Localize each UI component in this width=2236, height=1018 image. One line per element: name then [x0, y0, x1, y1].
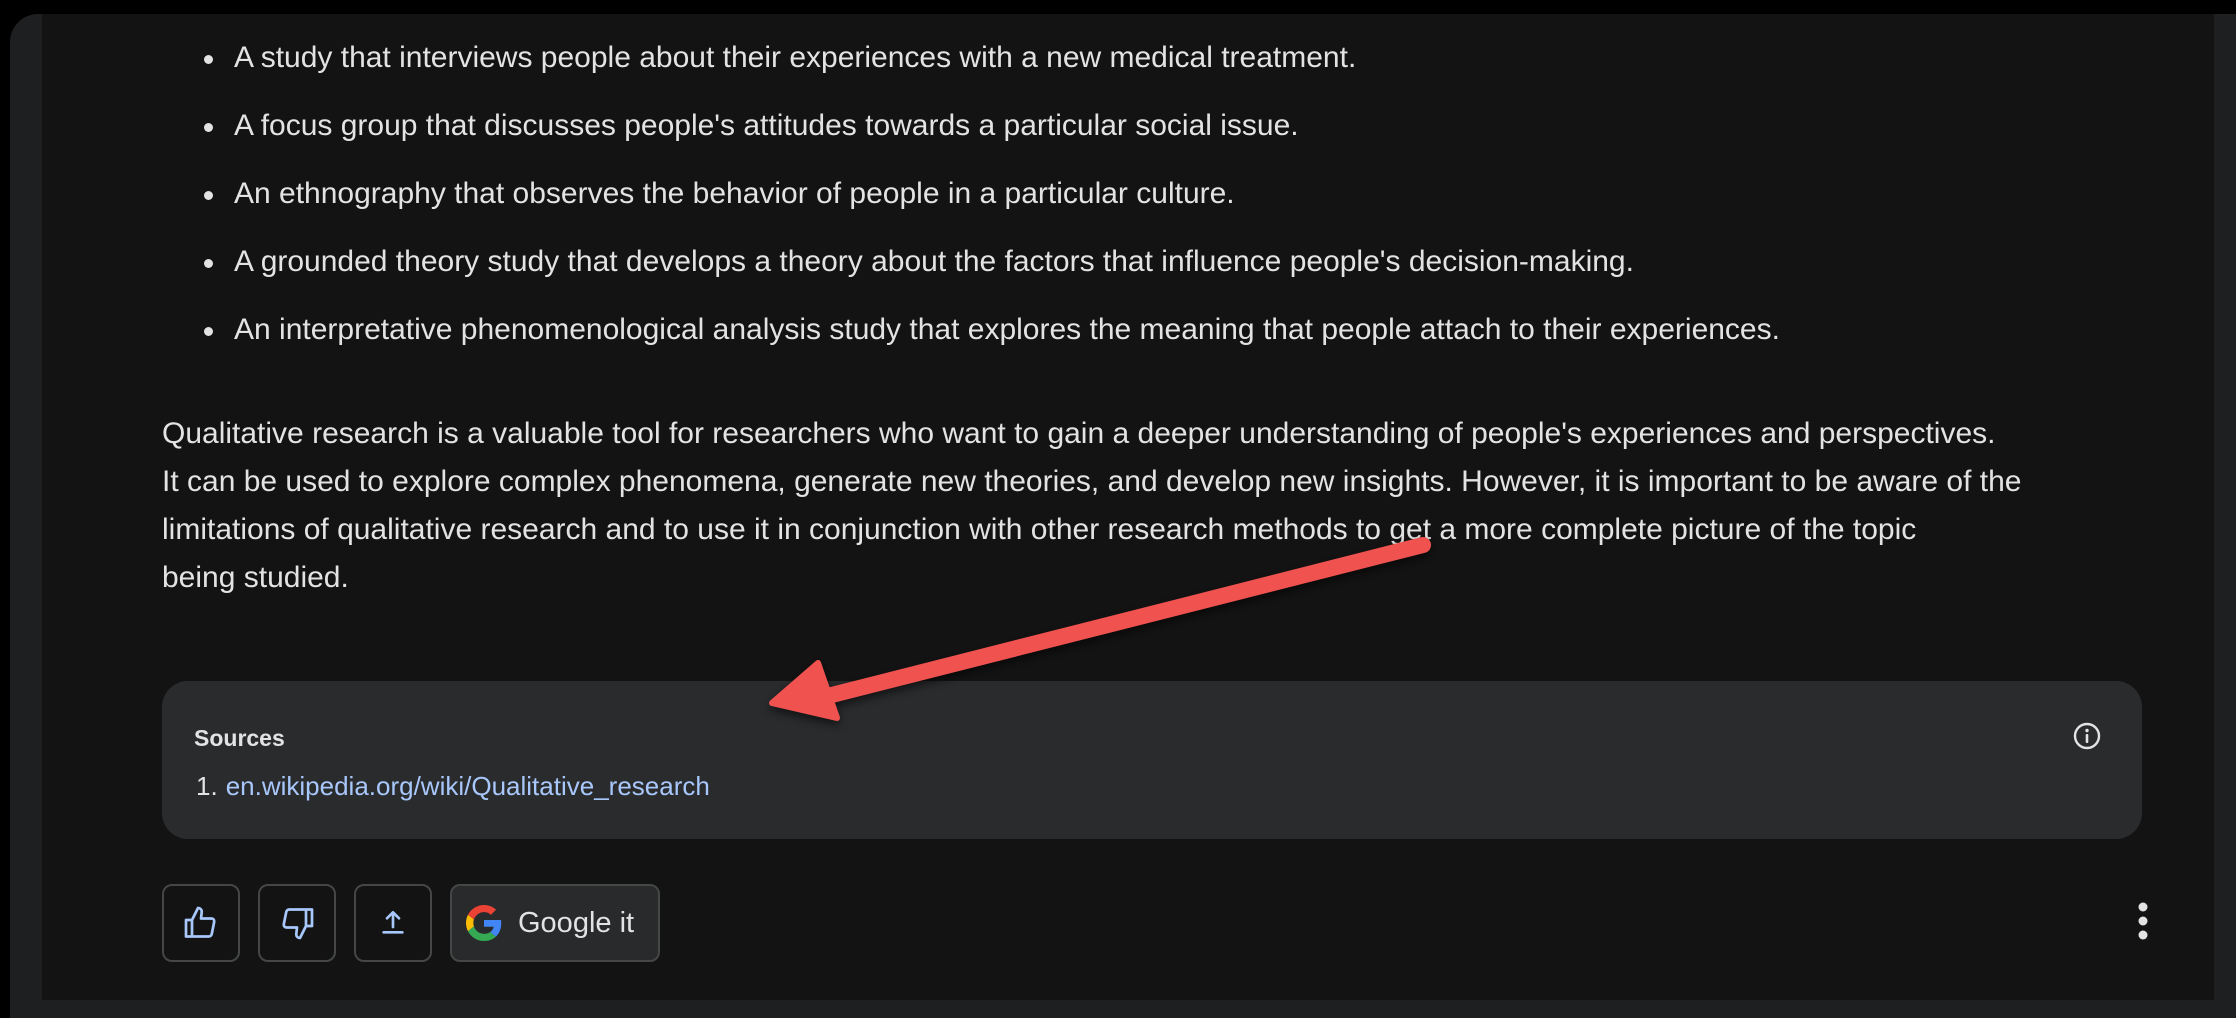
thumbs-down-icon	[282, 908, 314, 940]
share-button[interactable]	[354, 884, 432, 962]
list-item-text: An interpretative phenomenological analy…	[234, 313, 1780, 346]
list-item: An interpretative phenomenological analy…	[192, 312, 1780, 348]
summary-line: Qualitative research is a valuable tool …	[162, 417, 1996, 450]
bullet-dot	[204, 327, 213, 336]
list-item: A focus group that discusses people's at…	[192, 108, 1780, 144]
bullet-dot	[204, 55, 213, 64]
list-item-text: A grounded theory study that develops a …	[234, 245, 1634, 278]
more-vertical-icon	[2138, 902, 2148, 940]
source-number: 1.	[196, 771, 218, 801]
sources-info-button[interactable]	[2072, 721, 2102, 751]
good-response-button[interactable]	[162, 884, 240, 962]
list-item-text: An ethnography that observes the behavio…	[234, 177, 1235, 210]
list-item-text: A focus group that discusses people's at…	[234, 109, 1299, 142]
list-item: A grounded theory study that develops a …	[192, 244, 1780, 280]
summary-line: It can be used to explore complex phenom…	[162, 465, 2022, 498]
sources-title: Sources	[194, 725, 285, 751]
thumbs-up-icon	[184, 906, 216, 938]
google-it-button[interactable]: Google it	[450, 884, 660, 962]
bullet-dot	[204, 123, 213, 132]
bullet-dot	[204, 191, 213, 200]
source-link[interactable]: en.wikipedia.org/wiki/Qualitative_resear…	[226, 771, 710, 801]
source-item: 1. en.wikipedia.org/wiki/Qualitative_rese…	[196, 769, 710, 803]
google-logo-icon	[466, 905, 502, 941]
sources-card: Sources 1. en.wikipedia.org/wiki/Qualitat…	[162, 681, 2142, 839]
examples-list: A study that interviews people about the…	[192, 40, 1780, 380]
google-it-label: Google it	[518, 906, 635, 939]
info-icon	[2073, 722, 2101, 750]
summary-line: limitations of qualitative research and …	[162, 513, 1917, 546]
bullet-dot	[204, 259, 213, 268]
summary-paragraph: Qualitative research is a valuable tool …	[162, 410, 2202, 602]
list-item-text: A study that interviews people about the…	[234, 41, 1357, 74]
list-item: A study that interviews people about the…	[192, 40, 1780, 76]
summary-line: being studied.	[162, 561, 349, 594]
share-icon	[382, 911, 404, 934]
list-item: An ethnography that observes the behavio…	[192, 176, 1780, 212]
more-options-button[interactable]	[2128, 896, 2158, 946]
bad-response-button[interactable]	[258, 884, 336, 962]
